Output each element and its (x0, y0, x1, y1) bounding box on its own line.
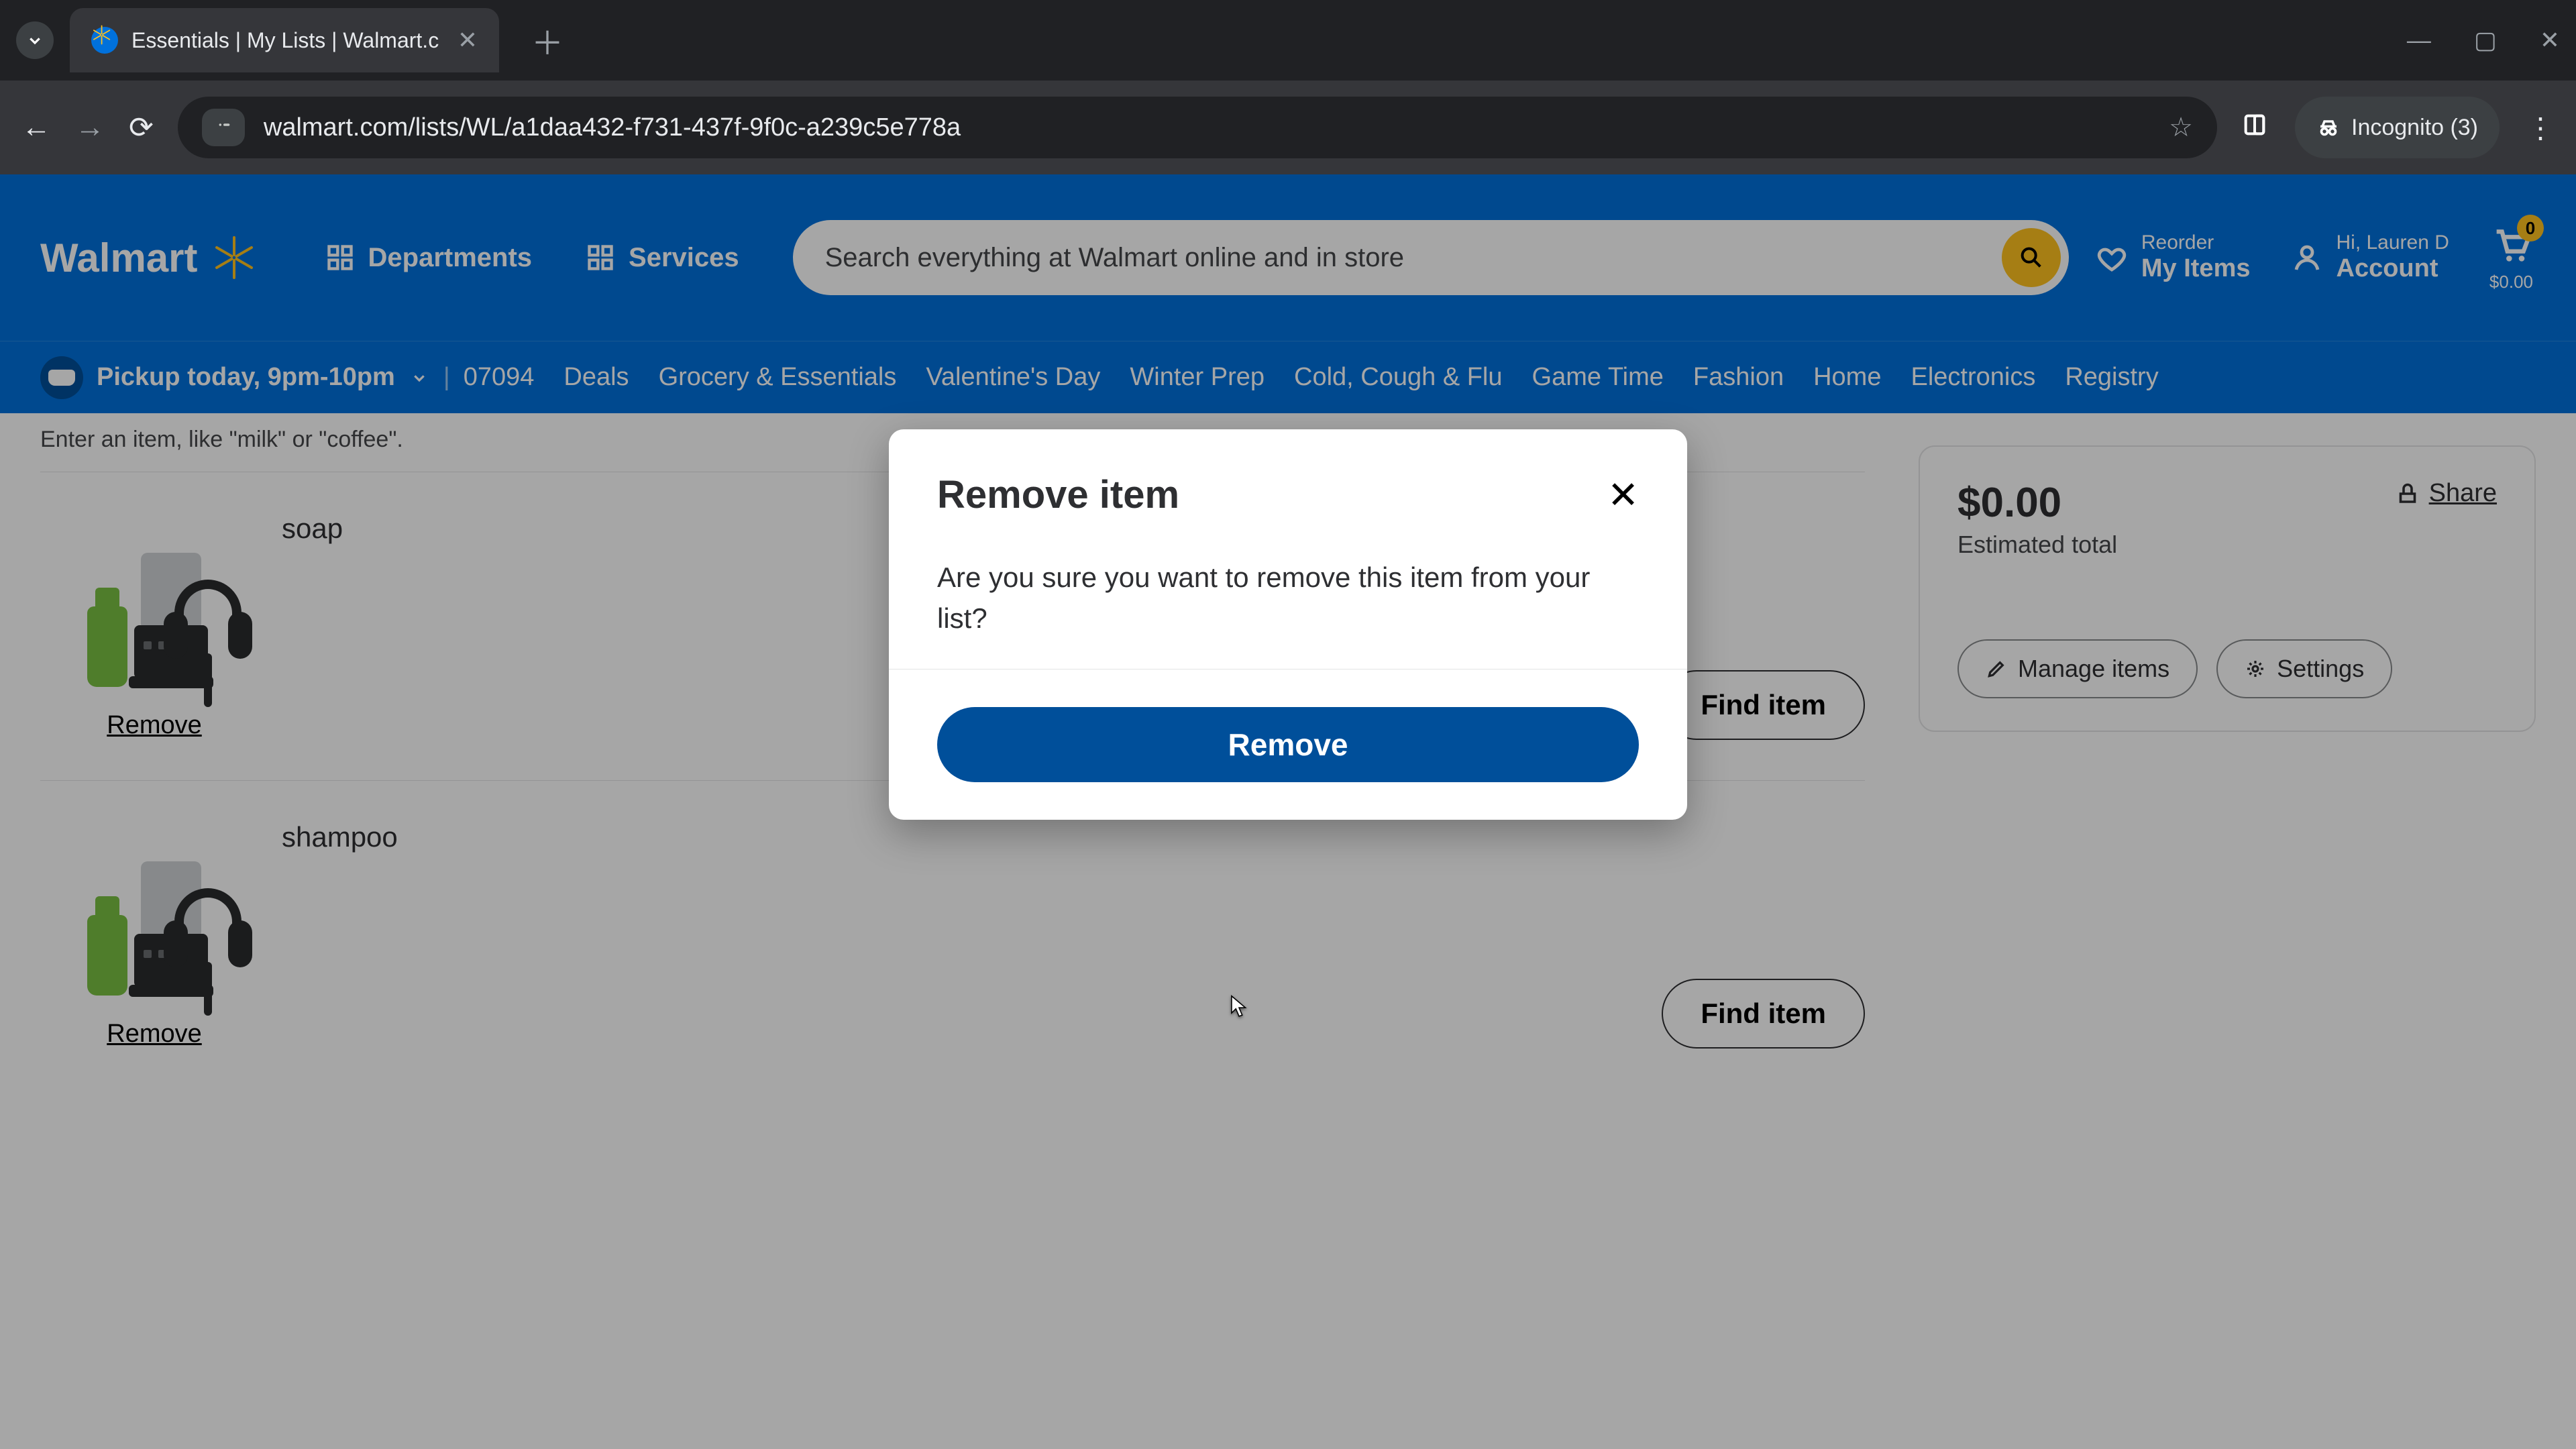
dialog-title: Remove item (937, 472, 1179, 517)
tab-search-button[interactable] (16, 21, 54, 59)
browser-menu-icon[interactable]: ⋮ (2526, 111, 2555, 144)
window-close-icon[interactable]: ✕ (2540, 26, 2560, 54)
browser-chrome: Essentials | My Lists | Walmart.c ✕ ＋ — … (0, 0, 2576, 174)
tab-title: Essentials | My Lists | Walmart.c (131, 28, 444, 53)
bookmark-star-icon[interactable]: ☆ (2169, 112, 2193, 143)
nav-forward-button[interactable]: → (75, 111, 105, 144)
toolbar: ← → ⟳ walmart.com/lists/WL/a1daa432-f731… (0, 80, 2576, 174)
window-maximize-icon[interactable]: ▢ (2474, 26, 2497, 54)
nav-back-button[interactable]: ← (21, 111, 51, 144)
remove-item-dialog: Remove item ✕ Are you sure you want to r… (889, 429, 1687, 820)
url-text: walmart.com/lists/WL/a1daa432-f731-437f-… (264, 113, 2150, 142)
tab-close-icon[interactable]: ✕ (458, 26, 478, 54)
dialog-confirm-button[interactable]: Remove (937, 707, 1639, 782)
tab-strip: Essentials | My Lists | Walmart.c ✕ ＋ — … (0, 0, 2576, 80)
mouse-cursor-icon (1226, 993, 1252, 1018)
browser-tab[interactable]: Essentials | My Lists | Walmart.c ✕ (70, 8, 499, 72)
window-controls: — ▢ ✕ (2407, 26, 2560, 54)
modal-scrim[interactable]: Remove item ✕ Are you sure you want to r… (0, 174, 2576, 1449)
address-bar[interactable]: walmart.com/lists/WL/a1daa432-f731-437f-… (178, 97, 2217, 158)
incognito-indicator[interactable]: Incognito (3) (2295, 97, 2500, 158)
nav-reload-button[interactable]: ⟳ (129, 111, 154, 145)
window-minimize-icon[interactable]: — (2407, 26, 2431, 54)
dialog-message: Are you sure you want to remove this ite… (937, 557, 1595, 639)
site-info-button[interactable] (202, 109, 245, 146)
dialog-close-icon[interactable]: ✕ (1607, 473, 1639, 517)
page: Walmart Departments Services Reorder (0, 174, 2576, 1449)
reading-mode-icon[interactable] (2241, 111, 2268, 144)
incognito-label: Incognito (3) (2351, 115, 2478, 141)
new-tab-button[interactable]: ＋ (515, 17, 564, 64)
tab-favicon (91, 27, 118, 54)
